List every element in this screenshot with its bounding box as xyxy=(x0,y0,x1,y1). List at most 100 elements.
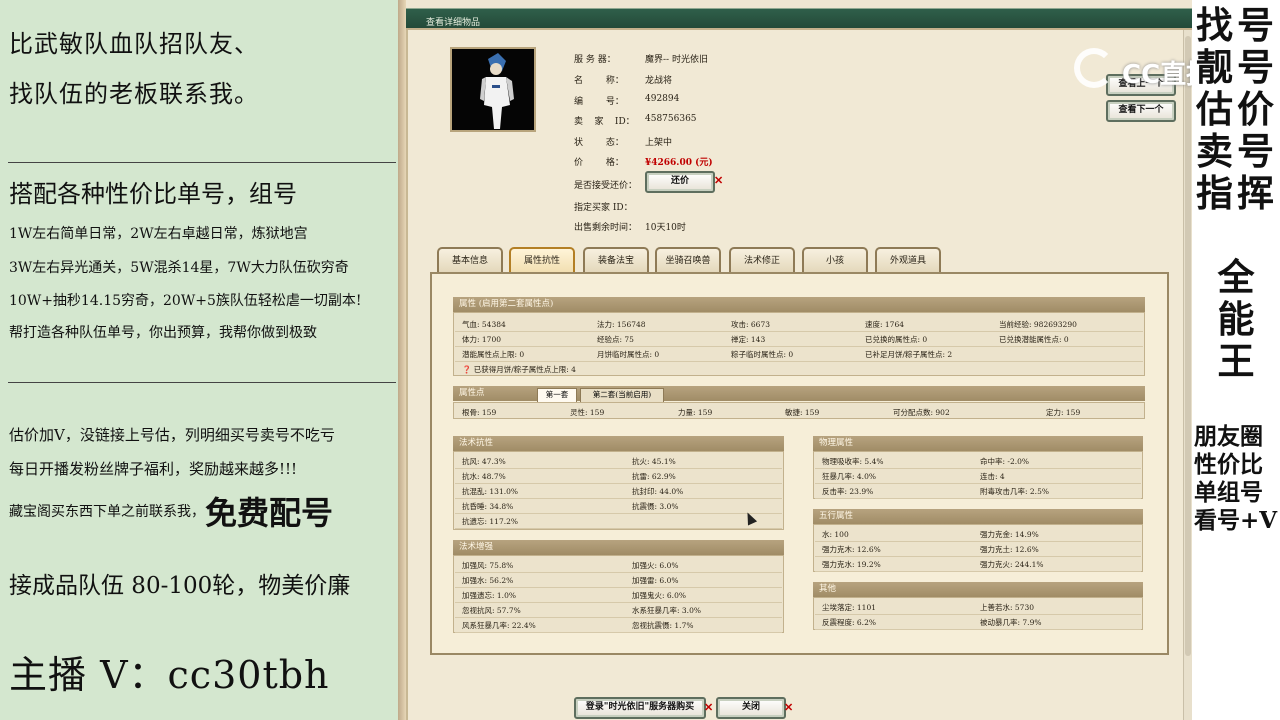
label-server: 服 务 器： xyxy=(574,55,616,65)
promo-char: 王 xyxy=(1217,339,1255,383)
character-figure-icon xyxy=(452,49,534,130)
promo-left-panel: 比武敏队血队招队友、 找队伍的老板联系我。 搭配各种性价比单号，组号 1W左右简… xyxy=(0,0,398,720)
promo-detail-6: 每日开播发粉丝牌子福利，奖励越来越多!!! xyxy=(9,460,298,478)
streamer-contact: 主播 V：cc30tbh xyxy=(9,653,330,697)
stat-cell: 敏捷: 159 xyxy=(785,408,820,417)
info-icon: ❓ xyxy=(462,365,472,374)
stat-cell: 反击率: 23.9% xyxy=(822,487,874,496)
promo-char: 全 xyxy=(1217,255,1255,299)
row-divider xyxy=(815,571,1141,572)
right-center-text: 全能王 xyxy=(1192,256,1280,382)
stat-cell: 定力: 159 xyxy=(1046,408,1081,417)
promo-line-2: 找队伍的老板联系我。 xyxy=(9,80,259,108)
row-divider xyxy=(815,498,1141,499)
promo-right-strip: 找靓估卖指 号号价号挥 全能王 朋友圈 性价比 单组号 看号+V xyxy=(1192,0,1280,720)
stat-cell: 水: 100 xyxy=(822,530,849,539)
stat-cell: 抗混乱: 131.0% xyxy=(462,487,519,496)
tab-appearance[interactable]: 外观道具 xyxy=(875,247,941,273)
stat-cell: 灵性: 159 xyxy=(570,408,605,417)
stat-cell: 强力克水: 19.2% xyxy=(822,560,881,569)
stat-cell: 忽视抗震慑: 1.7% xyxy=(632,621,694,630)
stat-cell: 水系狂暴几率: 3.0% xyxy=(632,606,701,615)
other-title: 其他 xyxy=(813,582,1143,597)
stat-cell: 加强遗忘: 1.0% xyxy=(462,591,516,600)
close-x-icon: ✕ xyxy=(784,701,794,714)
value-server: 魔界-- 时光依旧 xyxy=(645,55,708,65)
magic-resist-title: 法术抗性 xyxy=(453,436,784,451)
stat-cell: 已兑换潜能属性点: 0 xyxy=(999,335,1069,344)
stat-cell: 当前经验: 982693290 xyxy=(999,320,1077,329)
stat-cell: 已补足月饼/粽子属性点: 2 xyxy=(865,350,953,359)
promo-heading: 搭配各种性价比单号，组号 xyxy=(9,180,297,208)
free-match-text: 免费配号 xyxy=(205,494,334,532)
promo-detail-7: 藏宝阁买东西下单之前联系我，免费配号 xyxy=(9,488,333,534)
row-divider xyxy=(455,602,782,603)
row-divider xyxy=(455,331,1143,332)
stat-cell: 经验点: 75 xyxy=(597,335,634,344)
stat-cell: 力量: 159 xyxy=(678,408,713,417)
right-bottom-text: 朋友圈 性价比 单组号 看号+V xyxy=(1194,423,1277,535)
stat-cell: 反震程度: 6.2% xyxy=(822,618,876,627)
stat-cell: 可分配点数: 902 xyxy=(893,408,950,417)
stat-cell: 附毒攻击几率: 2.5% xyxy=(980,487,1049,496)
row-divider xyxy=(815,468,1141,469)
promo-detail-7-text: 藏宝阁买东西下单之前联系我， xyxy=(9,504,205,520)
tab-attributes[interactable]: 属性抗性 xyxy=(509,247,575,273)
row-divider xyxy=(455,587,782,588)
right-column-1: 找靓估卖指 xyxy=(1196,4,1233,214)
tab-basic-info[interactable]: 基本信息 xyxy=(437,247,503,273)
value-remaining-time: 10天10时 xyxy=(645,223,686,233)
row-divider xyxy=(815,614,1141,615)
close-button[interactable]: 关闭 xyxy=(716,697,786,719)
stat-cell: 强力克金: 14.9% xyxy=(980,530,1039,539)
window-title-bar[interactable]: 查看详细物品 xyxy=(406,8,1192,30)
promo-char: 价 xyxy=(1237,87,1274,131)
stat-cell: 抗雷: 62.9% xyxy=(632,472,676,481)
divider xyxy=(8,162,396,163)
attr-section-title: 属性 (启用第二套属性点) xyxy=(453,297,1145,312)
label-designated-buyer: 指定买家 ID： xyxy=(574,203,633,213)
close-x-icon: ✕ xyxy=(714,174,724,187)
row-divider xyxy=(455,468,782,469)
stat-cell: 根骨: 159 xyxy=(462,408,497,417)
subtab-set-one[interactable]: 第一套 xyxy=(537,388,577,402)
stat-cell: 抗昏睡: 34.8% xyxy=(462,502,514,511)
promo-detail-3: 10W+抽秒14.15穷奇，20W+5族队伍轻松虐一切副本! xyxy=(9,293,362,309)
stat-cell: 法力: 156748 xyxy=(597,320,646,329)
stat-cell: 加强火: 6.0% xyxy=(632,561,679,570)
stat-cell: 加强鬼火: 6.0% xyxy=(632,591,686,600)
stat-cell: 粽子临时属性点: 0 xyxy=(731,350,794,359)
cc-logo-ring-icon xyxy=(1074,48,1114,88)
stat-cell: 命中率: -2.0% xyxy=(980,457,1029,466)
stat-cell: 加强雷: 6.0% xyxy=(632,576,679,585)
row-divider xyxy=(455,513,782,514)
tab-spell-correction[interactable]: 法术修正 xyxy=(729,247,795,273)
login-buy-button[interactable]: 登录"时光依旧"服务器购买 xyxy=(574,697,706,719)
stat-cell: 抗水: 48.7% xyxy=(462,472,506,481)
promo-detail-2: 3W左右异光通关，5W混杀14星，7W大力队伍砍穷奇 xyxy=(9,260,349,276)
label-id: 编 号： xyxy=(574,97,624,107)
subtab-set-two[interactable]: 第二套(当前启用) xyxy=(580,388,664,402)
promo-detail-8: 接成品队伍 80-100轮，物美价廉 xyxy=(9,573,351,599)
stat-cell: 狂暴几率: 4.0% xyxy=(822,472,876,481)
stat-cell: 加强水: 56.2% xyxy=(462,576,514,585)
row-divider xyxy=(455,483,782,484)
scrollbar-thumb[interactable] xyxy=(1185,36,1191,656)
row-divider xyxy=(455,361,1143,362)
promo-char: 靓 xyxy=(1196,45,1233,89)
view-next-button[interactable]: 查看下一个 xyxy=(1106,100,1176,122)
row-divider xyxy=(455,528,782,529)
promo-char: 号 xyxy=(1237,45,1274,89)
tab-equipment[interactable]: 装备法宝 xyxy=(583,247,649,273)
stat-cell: 速度: 1764 xyxy=(865,320,904,329)
right-column-2: 号号价号挥 xyxy=(1237,4,1274,214)
close-x-icon: ✕ xyxy=(704,701,714,714)
bargain-button[interactable]: 还价 xyxy=(645,171,715,193)
five-elements-title: 五行属性 xyxy=(813,509,1143,524)
tab-child[interactable]: 小孩 xyxy=(802,247,868,273)
scrollbar[interactable] xyxy=(1183,30,1192,720)
tab-mounts-pets[interactable]: 坐骑召唤兽 xyxy=(655,247,721,273)
attr-footnote: ❓ 已获得月饼/粽子属性点上限: 4 xyxy=(462,364,576,375)
label-accept-bargain: 是否接受还价： xyxy=(574,181,638,191)
stat-cell: 风系狂暴几率: 22.4% xyxy=(462,621,536,630)
